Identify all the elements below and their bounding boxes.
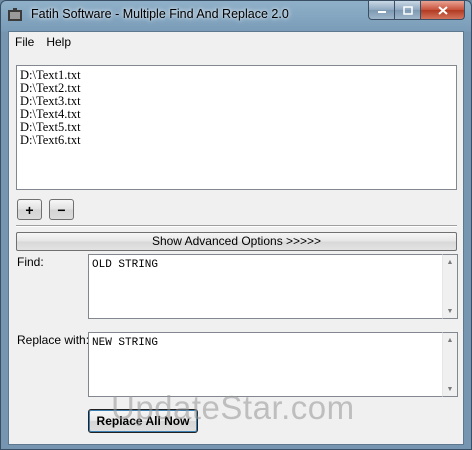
add-file-button[interactable]: + bbox=[17, 199, 42, 220]
menu-file[interactable]: File bbox=[9, 32, 40, 52]
window-title: Fatih Software - Multiple Find And Repla… bbox=[31, 7, 289, 21]
app-logo-icon bbox=[8, 8, 22, 21]
list-item[interactable]: D:\Text3.txt bbox=[20, 95, 453, 108]
caption-buttons bbox=[368, 1, 465, 20]
remove-file-button[interactable]: − bbox=[49, 199, 74, 220]
list-item[interactable]: D:\Text1.txt bbox=[20, 69, 453, 82]
replace-scrollbar[interactable]: ▲ ▼ bbox=[442, 332, 458, 397]
watermark: UpdateStar.com bbox=[111, 389, 355, 426]
scroll-up-icon[interactable]: ▲ bbox=[443, 255, 457, 269]
divider bbox=[16, 225, 457, 227]
find-label: Find: bbox=[17, 255, 44, 269]
minimize-icon bbox=[377, 11, 386, 13]
menu-bar: File Help bbox=[9, 32, 463, 52]
menu-help[interactable]: Help bbox=[40, 32, 77, 52]
file-list[interactable]: D:\Text1.txt D:\Text2.txt D:\Text3.txt D… bbox=[16, 65, 457, 190]
app-window: Fatih Software - Multiple Find And Repla… bbox=[0, 0, 472, 450]
close-icon bbox=[437, 5, 448, 15]
title-bar[interactable]: Fatih Software - Multiple Find And Repla… bbox=[1, 1, 471, 29]
scroll-down-icon[interactable]: ▼ bbox=[443, 382, 457, 396]
client-area: File Help D:\Text1.txt D:\Text2.txt D:\T… bbox=[8, 31, 464, 445]
list-item[interactable]: D:\Text4.txt bbox=[20, 108, 453, 121]
maximize-button[interactable] bbox=[395, 1, 421, 20]
find-input[interactable]: OLD STRING bbox=[88, 254, 442, 319]
minimize-button[interactable] bbox=[368, 1, 395, 20]
replace-input[interactable]: NEW STRING bbox=[88, 332, 442, 397]
replace-label: Replace with: bbox=[17, 333, 90, 347]
list-item[interactable]: D:\Text6.txt bbox=[20, 134, 453, 147]
list-item[interactable]: D:\Text2.txt bbox=[20, 82, 453, 95]
show-advanced-options-button[interactable]: Show Advanced Options >>>>> bbox=[16, 232, 457, 251]
list-item[interactable]: D:\Text5.txt bbox=[20, 121, 453, 134]
scroll-up-icon[interactable]: ▲ bbox=[443, 333, 457, 347]
scroll-down-icon[interactable]: ▼ bbox=[443, 304, 457, 318]
close-button[interactable] bbox=[421, 1, 465, 20]
maximize-icon bbox=[402, 5, 413, 15]
find-scrollbar[interactable]: ▲ ▼ bbox=[442, 254, 458, 319]
